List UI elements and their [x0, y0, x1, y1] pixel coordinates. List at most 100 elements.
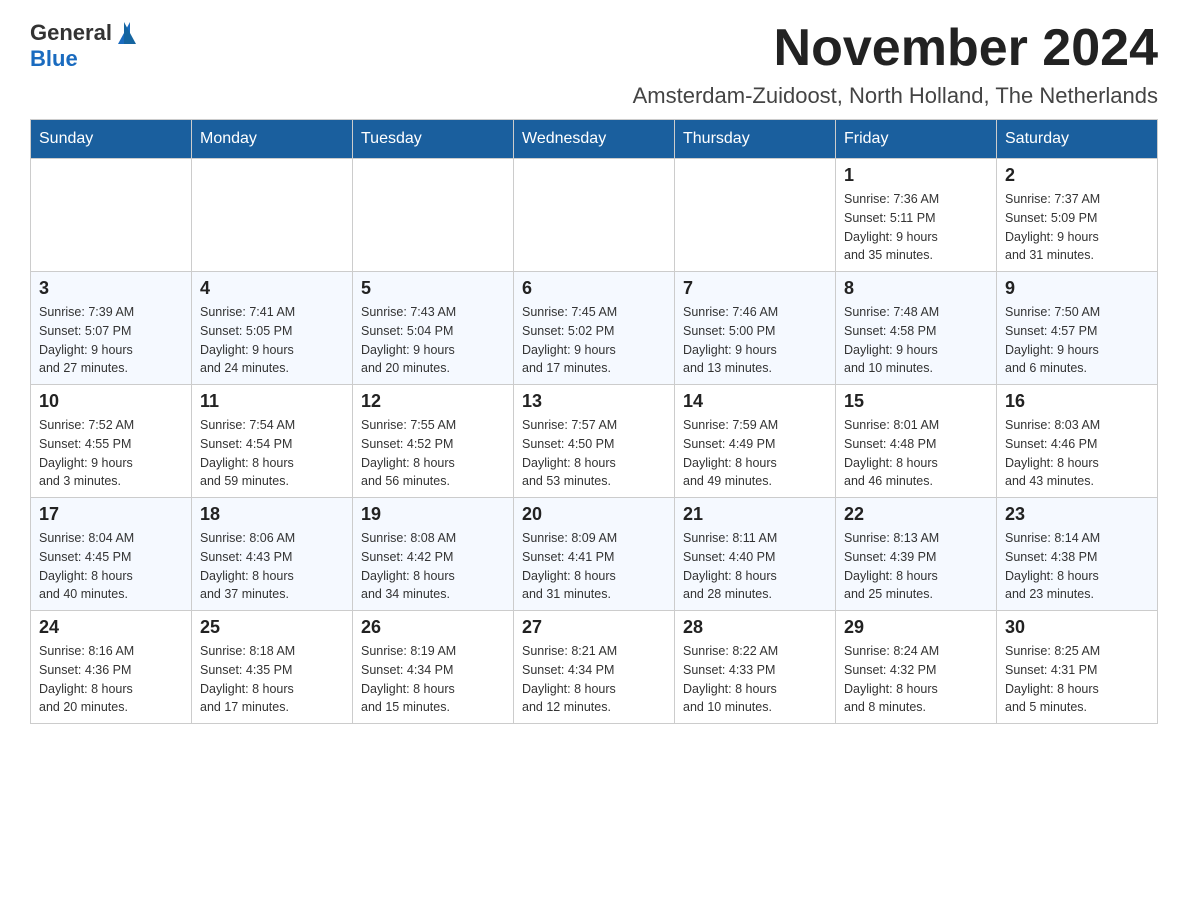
calendar-cell: 18Sunrise: 8:06 AM Sunset: 4:43 PM Dayli… [192, 498, 353, 611]
day-info: Sunrise: 7:57 AM Sunset: 4:50 PM Dayligh… [522, 416, 666, 491]
day-info: Sunrise: 7:46 AM Sunset: 5:00 PM Dayligh… [683, 303, 827, 378]
day-number: 3 [39, 278, 183, 299]
weekday-header-friday: Friday [836, 120, 997, 159]
calendar-cell: 26Sunrise: 8:19 AM Sunset: 4:34 PM Dayli… [353, 611, 514, 724]
day-number: 18 [200, 504, 344, 525]
day-number: 16 [1005, 391, 1149, 412]
calendar-cell: 7 Sunrise: 7:46 AM Sunset: 5:00 PM Daylig… [675, 272, 836, 385]
day-number: 2 [1005, 165, 1149, 186]
main-title: November 2024 [633, 20, 1158, 77]
day-info: Sunrise: 7:59 AM Sunset: 4:49 PM Dayligh… [683, 416, 827, 491]
day-number: 17 [39, 504, 183, 525]
calendar-cell: 15 Sunrise: 8:01 AM Sunset: 4:48 PM Dayli… [836, 385, 997, 498]
calendar-week-4: 17 Sunrise: 8:04 AM Sunset: 4:45 PM Dayli… [31, 498, 1158, 611]
calendar-cell [353, 159, 514, 272]
calendar-body: 1 Sunrise: 7:36 AM Sunset: 5:11 PM Daylig… [31, 159, 1158, 724]
calendar-cell: 23 Sunrise: 8:14 AM Sunset: 4:38 PM Dayli… [997, 498, 1158, 611]
calendar-cell: 19 Sunrise: 8:08 AM Sunset: 4:42 PM Dayli… [353, 498, 514, 611]
day-number: 4 [200, 278, 344, 299]
day-number: 5 [361, 278, 505, 299]
day-number: 10 [39, 391, 183, 412]
day-info: Sunrise: 8:25 AM Sunset: 4:31 PM Dayligh… [1005, 642, 1149, 717]
weekday-header-wednesday: Wednesday [514, 120, 675, 159]
calendar-cell: 25Sunrise: 8:18 AM Sunset: 4:35 PM Dayli… [192, 611, 353, 724]
day-info: Sunrise: 8:19 AM Sunset: 4:34 PM Dayligh… [361, 642, 505, 717]
day-number: 19 [361, 504, 505, 525]
day-number: 27 [522, 617, 666, 638]
day-info: Sunrise: 8:21 AM Sunset: 4:34 PM Dayligh… [522, 642, 666, 717]
logo-triangles [116, 22, 136, 44]
calendar-cell: 5 Sunrise: 7:43 AM Sunset: 5:04 PM Daylig… [353, 272, 514, 385]
day-info: Sunrise: 7:48 AM Sunset: 4:58 PM Dayligh… [844, 303, 988, 378]
day-number: 22 [844, 504, 988, 525]
day-info: Sunrise: 7:55 AM Sunset: 4:52 PM Dayligh… [361, 416, 505, 491]
calendar-cell: 30 Sunrise: 8:25 AM Sunset: 4:31 PM Dayli… [997, 611, 1158, 724]
title-area: November 2024 Amsterdam-Zuidoost, North … [633, 20, 1158, 109]
day-info: Sunrise: 8:04 AM Sunset: 4:45 PM Dayligh… [39, 529, 183, 604]
calendar-cell: 2 Sunrise: 7:37 AM Sunset: 5:09 PM Daylig… [997, 159, 1158, 272]
day-number: 29 [844, 617, 988, 638]
day-info: Sunrise: 8:22 AM Sunset: 4:33 PM Dayligh… [683, 642, 827, 717]
day-number: 7 [683, 278, 827, 299]
calendar-cell: 17 Sunrise: 8:04 AM Sunset: 4:45 PM Dayli… [31, 498, 192, 611]
day-number: 9 [1005, 278, 1149, 299]
day-number: 11 [200, 391, 344, 412]
day-number: 15 [844, 391, 988, 412]
calendar-cell [514, 159, 675, 272]
day-info: Sunrise: 7:41 AM Sunset: 5:05 PM Dayligh… [200, 303, 344, 378]
day-info: Sunrise: 7:37 AM Sunset: 5:09 PM Dayligh… [1005, 190, 1149, 265]
calendar-cell: 10Sunrise: 7:52 AM Sunset: 4:55 PM Dayli… [31, 385, 192, 498]
day-number: 21 [683, 504, 827, 525]
calendar-cell: 21 Sunrise: 8:11 AM Sunset: 4:40 PM Dayli… [675, 498, 836, 611]
calendar-cell: 6Sunrise: 7:45 AM Sunset: 5:02 PM Daylig… [514, 272, 675, 385]
calendar-table: SundayMondayTuesdayWednesdayThursdayFrid… [30, 119, 1158, 724]
day-number: 6 [522, 278, 666, 299]
day-number: 23 [1005, 504, 1149, 525]
day-info: Sunrise: 7:36 AM Sunset: 5:11 PM Dayligh… [844, 190, 988, 265]
day-info: Sunrise: 8:09 AM Sunset: 4:41 PM Dayligh… [522, 529, 666, 604]
weekday-header-sunday: Sunday [31, 120, 192, 159]
calendar-cell: 27 Sunrise: 8:21 AM Sunset: 4:34 PM Dayli… [514, 611, 675, 724]
calendar-cell: 3 Sunrise: 7:39 AM Sunset: 5:07 PM Daylig… [31, 272, 192, 385]
calendar-cell: 22 Sunrise: 8:13 AM Sunset: 4:39 PM Dayli… [836, 498, 997, 611]
day-number: 14 [683, 391, 827, 412]
day-info: Sunrise: 8:01 AM Sunset: 4:48 PM Dayligh… [844, 416, 988, 491]
day-info: Sunrise: 7:43 AM Sunset: 5:04 PM Dayligh… [361, 303, 505, 378]
calendar-week-5: 24Sunrise: 8:16 AM Sunset: 4:36 PM Dayli… [31, 611, 1158, 724]
page-header: General Blue November 2024 Amsterdam-Zui… [30, 20, 1158, 109]
day-info: Sunrise: 8:08 AM Sunset: 4:42 PM Dayligh… [361, 529, 505, 604]
calendar-cell: 16 Sunrise: 8:03 AM Sunset: 4:46 PM Dayli… [997, 385, 1158, 498]
weekday-header-monday: Monday [192, 120, 353, 159]
weekday-header-tuesday: Tuesday [353, 120, 514, 159]
weekday-header-saturday: Saturday [997, 120, 1158, 159]
day-info: Sunrise: 8:13 AM Sunset: 4:39 PM Dayligh… [844, 529, 988, 604]
day-number: 1 [844, 165, 988, 186]
calendar-week-1: 1 Sunrise: 7:36 AM Sunset: 5:11 PM Daylig… [31, 159, 1158, 272]
day-info: Sunrise: 8:03 AM Sunset: 4:46 PM Dayligh… [1005, 416, 1149, 491]
day-number: 30 [1005, 617, 1149, 638]
calendar-cell: 11 Sunrise: 7:54 AM Sunset: 4:54 PM Dayli… [192, 385, 353, 498]
weekday-row: SundayMondayTuesdayWednesdayThursdayFrid… [31, 120, 1158, 159]
day-info: Sunrise: 8:14 AM Sunset: 4:38 PM Dayligh… [1005, 529, 1149, 604]
calendar-cell: 14 Sunrise: 7:59 AM Sunset: 4:49 PM Dayli… [675, 385, 836, 498]
day-number: 12 [361, 391, 505, 412]
calendar-week-3: 10Sunrise: 7:52 AM Sunset: 4:55 PM Dayli… [31, 385, 1158, 498]
day-info: Sunrise: 7:54 AM Sunset: 4:54 PM Dayligh… [200, 416, 344, 491]
calendar-cell [31, 159, 192, 272]
logo-triangle-left [124, 22, 136, 44]
day-number: 13 [522, 391, 666, 412]
calendar-cell: 8Sunrise: 7:48 AM Sunset: 4:58 PM Daylig… [836, 272, 997, 385]
day-info: Sunrise: 8:24 AM Sunset: 4:32 PM Dayligh… [844, 642, 988, 717]
calendar-cell: 24Sunrise: 8:16 AM Sunset: 4:36 PM Dayli… [31, 611, 192, 724]
logo-general-text: General [30, 20, 112, 46]
calendar-cell: 20Sunrise: 8:09 AM Sunset: 4:41 PM Dayli… [514, 498, 675, 611]
logo-blue-text: Blue [30, 46, 78, 72]
calendar-week-2: 3 Sunrise: 7:39 AM Sunset: 5:07 PM Daylig… [31, 272, 1158, 385]
day-number: 28 [683, 617, 827, 638]
calendar-cell: 12 Sunrise: 7:55 AM Sunset: 4:52 PM Dayli… [353, 385, 514, 498]
day-info: Sunrise: 7:39 AM Sunset: 5:07 PM Dayligh… [39, 303, 183, 378]
calendar-cell: 29 Sunrise: 8:24 AM Sunset: 4:32 PM Dayli… [836, 611, 997, 724]
calendar-cell [192, 159, 353, 272]
subtitle: Amsterdam-Zuidoost, North Holland, The N… [633, 83, 1158, 109]
day-info: Sunrise: 8:11 AM Sunset: 4:40 PM Dayligh… [683, 529, 827, 604]
